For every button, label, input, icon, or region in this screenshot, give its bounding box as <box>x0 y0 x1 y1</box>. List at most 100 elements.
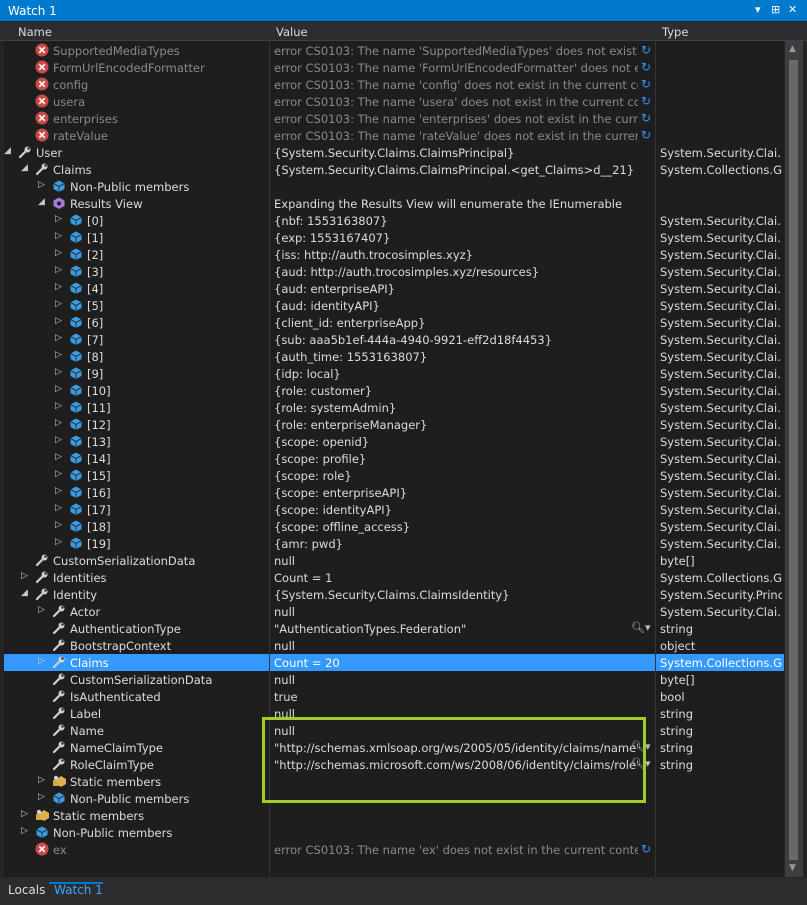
expand-arrow-icon[interactable]: ▷ <box>38 775 45 785</box>
expand-arrow-icon[interactable]: ▷ <box>55 452 62 462</box>
expand-arrow-icon[interactable]: ▷ <box>21 809 28 819</box>
expand-arrow-icon[interactable]: ▷ <box>55 282 62 292</box>
watch-row[interactable]: ▷ [17] {scope: identityAPI} System.Security… <box>4 501 784 518</box>
watch-row[interactable]: ▷ [12] {role: enterpriseManager} System.Sec… <box>4 416 784 433</box>
watch-row[interactable]: ▷ Non-Public members <box>4 824 784 841</box>
watch-row[interactable]: config error CS0103: The name 'config' do… <box>4 76 784 93</box>
watch-row[interactable]: ▷ [3] {aud: http://auth.trocosimples.xyz/r… <box>4 263 784 280</box>
column-divider[interactable] <box>655 41 656 877</box>
watch-row[interactable]: ▷ [15] {scope: role} System.Security.Clai..… <box>4 467 784 484</box>
expand-arrow-icon[interactable]: ▷ <box>55 299 62 309</box>
expand-arrow-icon[interactable]: ▷ <box>38 605 45 615</box>
row-value[interactable]: error CS0103: The name 'ex' does not exi… <box>274 843 638 857</box>
row-value[interactable]: {System.Security.Claims.ClaimsIdentity} <box>274 588 638 602</box>
expand-arrow-icon[interactable]: ▷ <box>55 401 62 411</box>
row-value[interactable]: {System.Security.Claims.ClaimsPrincipal} <box>274 146 638 160</box>
row-value[interactable]: {aud: enterpriseAPI} <box>274 282 638 296</box>
watch-row[interactable]: ◢ Claims {System.Security.Claims.ClaimsPri… <box>4 161 784 178</box>
expand-arrow-icon[interactable]: ▷ <box>55 418 62 428</box>
row-value[interactable]: error CS0103: The name 'SupportedMediaTy… <box>274 44 638 58</box>
watch-row[interactable]: ▷ [14] {scope: profile} System.Security.Cla… <box>4 450 784 467</box>
row-value[interactable]: Count = 1 <box>274 571 638 585</box>
expand-arrow-icon[interactable]: ▷ <box>55 367 62 377</box>
refresh-icon[interactable]: ↻ <box>641 111 655 125</box>
row-value[interactable]: {System.Security.Claims.ClaimsPrincipal.… <box>274 163 638 177</box>
watch-row[interactable]: CustomSerializationData null byte[] <box>4 671 784 688</box>
expand-arrow-icon[interactable]: ▷ <box>38 792 45 802</box>
expand-arrow-icon[interactable]: ▷ <box>38 656 45 666</box>
scroll-down-icon[interactable]: ▼ <box>789 863 796 873</box>
refresh-icon[interactable]: ↻ <box>641 77 655 91</box>
expand-arrow-icon[interactable]: ▷ <box>55 503 62 513</box>
row-value[interactable]: {amr: pwd} <box>274 537 638 551</box>
expand-arrow-icon[interactable]: ▷ <box>21 826 28 836</box>
watch-row[interactable]: CustomSerializationData null byte[] <box>4 552 784 569</box>
expand-arrow-icon[interactable]: ▷ <box>55 333 62 343</box>
watch-row[interactable]: ▷ [10] {role: customer} System.Security.Cla… <box>4 382 784 399</box>
watch-row[interactable]: ▷ [11] {role: systemAdmin} System.Security.… <box>4 399 784 416</box>
watch-row[interactable]: ▷ [16] {scope: enterpriseAPI} System.Securi… <box>4 484 784 501</box>
watch-row[interactable]: enterprises error CS0103: The name 'enter… <box>4 110 784 127</box>
row-value[interactable]: {client_id: enterpriseApp} <box>274 316 638 330</box>
row-value[interactable]: null <box>274 673 638 687</box>
watch-row[interactable]: ▷ [1] {exp: 1553167407} System.Security.Cla… <box>4 229 784 246</box>
row-value[interactable]: "AuthenticationTypes.Federation" <box>274 622 638 636</box>
watch-row[interactable]: ▷ [0] {nbf: 1553163807} System.Security.Cla… <box>4 212 784 229</box>
watch-row[interactable]: BootstrapContext null object <box>4 637 784 654</box>
refresh-icon[interactable]: ↻ <box>641 94 655 108</box>
expand-arrow-icon[interactable]: ▷ <box>21 571 28 581</box>
watch-row[interactable]: ▷ [8] {auth_time: 1553163807} System.Securi… <box>4 348 784 365</box>
dropdown-icon[interactable]: ▾ <box>755 3 761 16</box>
row-value[interactable]: Expanding the Results View will enumerat… <box>274 197 638 211</box>
row-value[interactable]: {scope: enterpriseAPI} <box>274 486 638 500</box>
row-value[interactable]: error CS0103: The name 'usera' does not … <box>274 95 638 109</box>
row-value[interactable]: error CS0103: The name 'FormUrlEncodedFo… <box>274 61 638 75</box>
expand-arrow-icon[interactable]: ▷ <box>55 520 62 530</box>
row-value[interactable]: {scope: profile} <box>274 452 638 466</box>
expand-arrow-icon[interactable]: ▷ <box>55 248 62 258</box>
row-value[interactable]: {role: systemAdmin} <box>274 401 638 415</box>
row-value[interactable]: {aud: identityAPI} <box>274 299 638 313</box>
watch-row[interactable]: AuthenticationType "AuthenticationTypes.F… <box>4 620 784 637</box>
expand-arrow-icon[interactable]: ▷ <box>55 214 62 224</box>
collapse-arrow-icon[interactable]: ◢ <box>38 197 45 207</box>
watch-row[interactable]: SupportedMediaTypes error CS0103: The nam… <box>4 42 784 59</box>
expand-arrow-icon[interactable]: ▷ <box>55 537 62 547</box>
vertical-scrollbar[interactable]: ▲ ▼ <box>785 41 803 877</box>
watch-row[interactable]: ▷ [7] {sub: aaa5b1ef-444a-4940-9921-eff2d1… <box>4 331 784 348</box>
expand-arrow-icon[interactable]: ▷ <box>55 435 62 445</box>
row-value[interactable]: error CS0103: The name 'enterprises' doe… <box>274 112 638 126</box>
row-value[interactable]: {idp: local} <box>274 367 638 381</box>
collapse-arrow-icon[interactable]: ◢ <box>21 588 28 598</box>
collapse-arrow-icon[interactable]: ◢ <box>21 163 28 173</box>
row-value[interactable]: null <box>274 554 638 568</box>
row-value[interactable]: {scope: openid} <box>274 435 638 449</box>
visualizer-magnifier-icon[interactable]: 🔍︎▾ <box>631 621 651 634</box>
expand-arrow-icon[interactable]: ▷ <box>38 180 45 190</box>
row-value[interactable]: {nbf: 1553163807} <box>274 214 638 228</box>
expand-arrow-icon[interactable]: ▷ <box>55 265 62 275</box>
watch-row[interactable]: ▷ [4] {aud: enterpriseAPI} System.Security.… <box>4 280 784 297</box>
watch-row[interactable]: ▷ [9] {idp: local} System.Security.Clai... <box>4 365 784 382</box>
row-value[interactable]: null <box>274 605 638 619</box>
row-value[interactable]: {scope: identityAPI} <box>274 503 638 517</box>
watch-row[interactable]: ▷ [19] {amr: pwd} System.Security.Clai... <box>4 535 784 552</box>
watch-row[interactable]: ▷ Identities Count = 1 System.Collections.G… <box>4 569 784 586</box>
watch-row[interactable]: FormUrlEncodedFormatter error CS0103: The… <box>4 59 784 76</box>
row-value[interactable]: {role: enterpriseManager} <box>274 418 638 432</box>
watch-row[interactable]: ◢ User {System.Security.Claims.ClaimsPrinc… <box>4 144 784 161</box>
refresh-icon[interactable]: ↻ <box>641 60 655 74</box>
row-value[interactable]: null <box>274 639 638 653</box>
row-value[interactable]: error CS0103: The name 'config' does not… <box>274 78 638 92</box>
watch-row[interactable]: ▷ Static members <box>4 807 784 824</box>
row-value[interactable]: {role: customer} <box>274 384 638 398</box>
row-value[interactable]: {scope: offline_access} <box>274 520 638 534</box>
row-value[interactable]: {iss: http://auth.trocosimples.xyz} <box>274 248 638 262</box>
watch-row[interactable]: ▷ [6] {client_id: enterpriseApp} System.Sec… <box>4 314 784 331</box>
row-value[interactable]: {aud: http://auth.trocosimples.xyz/resou… <box>274 265 638 279</box>
watch-row[interactable]: ◢ Results View Expanding the Results View … <box>4 195 784 212</box>
refresh-icon[interactable]: ↻ <box>641 128 655 142</box>
watch-row[interactable]: ▷ Non-Public members <box>4 178 784 195</box>
expand-arrow-icon[interactable]: ▷ <box>55 486 62 496</box>
scrollbar-thumb[interactable] <box>789 60 798 860</box>
